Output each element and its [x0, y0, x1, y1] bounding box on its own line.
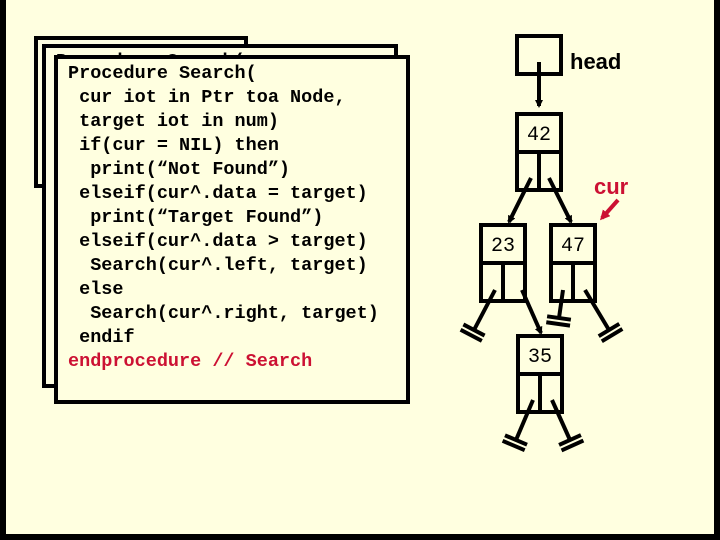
node-47-left-nil-nil-bar — [545, 320, 571, 328]
cur-label: cur — [594, 174, 629, 199]
node-23-left-nil-line — [472, 289, 497, 331]
node-35-value: 35 — [528, 346, 552, 369]
binary-tree-diagram: 42 23 47 35 head cur — [459, 34, 629, 453]
node-47-left-nil-line — [557, 289, 565, 319]
node-23-value: 23 — [491, 235, 515, 258]
node-42-value: 42 — [527, 124, 551, 147]
slide: Procedure Search( Procedure Search( Proc… — [6, 0, 714, 534]
head-label: head — [570, 49, 621, 74]
left-right-pointer — [520, 289, 543, 335]
cur-arrow — [600, 198, 620, 221]
root-left-pointer — [507, 177, 533, 224]
node-47-left-nil-nil-bar — [546, 314, 572, 322]
node-47-value: 47 — [561, 235, 585, 258]
